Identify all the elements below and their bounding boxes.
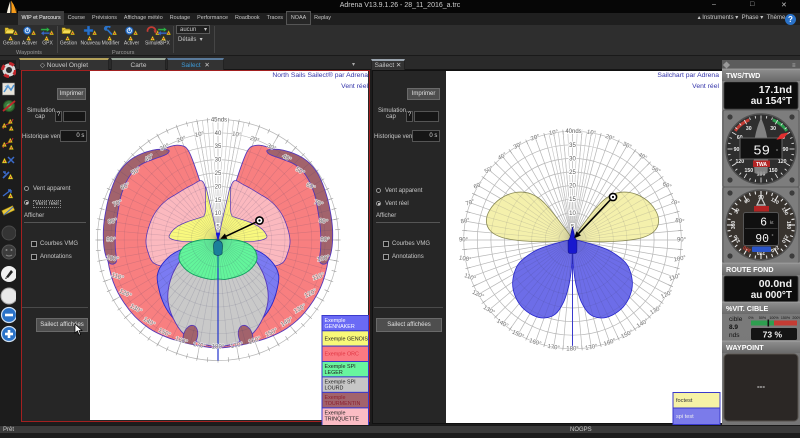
- svg-text:au 154°T: au 154°T: [751, 96, 792, 107]
- svg-text:60°: 60°: [661, 181, 672, 191]
- svg-text:160°: 160°: [603, 338, 617, 348]
- svg-text:59: 59: [753, 144, 770, 160]
- svg-text:30: 30: [746, 126, 752, 132]
- svg-text:150°: 150°: [511, 330, 525, 341]
- svg-text:spi test: spi test: [676, 414, 694, 420]
- svg-text:17.1nd: 17.1nd: [759, 84, 792, 96]
- svg-text:200%: 200%: [792, 316, 800, 320]
- svg-text:%VIT. CIBLE: %VIT. CIBLE: [726, 304, 769, 313]
- svg-text:15: 15: [569, 197, 576, 203]
- svg-text:100%: 100%: [769, 316, 779, 320]
- svg-text:30°: 30°: [621, 141, 632, 151]
- svg-text:180: 180: [785, 221, 791, 230]
- svg-text:WAYPOINT: WAYPOINT: [726, 343, 764, 352]
- svg-text:60°: 60°: [473, 181, 484, 191]
- svg-text:120: 120: [735, 159, 744, 165]
- svg-text:150%: 150%: [781, 316, 791, 320]
- svg-text:TWA: TWA: [756, 162, 767, 168]
- svg-text:6: 6: [760, 217, 767, 230]
- svg-text:90: 90: [734, 147, 740, 153]
- svg-text:Sailchart par Adrena: Sailchart par Adrena: [657, 72, 719, 79]
- svg-text:170°: 170°: [585, 344, 599, 352]
- svg-text:120°: 120°: [660, 289, 674, 300]
- svg-text:30: 30: [569, 156, 576, 162]
- svg-text:150: 150: [744, 168, 753, 174]
- svg-text:70°: 70°: [669, 199, 680, 208]
- svg-text:90°: 90°: [677, 238, 687, 244]
- svg-text:TWS/TWD: TWS/TWD: [726, 71, 760, 80]
- svg-text:180°: 180°: [566, 347, 579, 353]
- svg-text:50°: 50°: [650, 166, 661, 176]
- svg-text:80°: 80°: [460, 218, 471, 226]
- svg-text:≡: ≡: [792, 63, 796, 69]
- svg-text:10°: 10°: [586, 130, 597, 138]
- svg-text:au 000°T: au 000°T: [751, 290, 792, 301]
- svg-text:150: 150: [769, 168, 778, 174]
- svg-text:cible: cible: [729, 316, 743, 323]
- svg-text:30°: 30°: [513, 141, 524, 151]
- svg-text:100°: 100°: [673, 255, 687, 263]
- svg-text:°: °: [772, 234, 774, 240]
- svg-text:00.0nd: 00.0nd: [759, 278, 792, 290]
- svg-text:---: ---: [757, 382, 765, 391]
- svg-text:50%: 50%: [759, 316, 767, 320]
- svg-text:100°: 100°: [458, 255, 472, 263]
- svg-text:10°: 10°: [549, 129, 560, 137]
- svg-text:120: 120: [778, 159, 787, 165]
- svg-text:360: 360: [731, 221, 737, 230]
- svg-text:0%: 0%: [748, 316, 754, 320]
- svg-text:90: 90: [783, 147, 789, 153]
- svg-text:70°: 70°: [465, 199, 476, 208]
- svg-text:140°: 140°: [636, 318, 650, 330]
- svg-text:110°: 110°: [463, 273, 477, 283]
- svg-text:40nds: 40nds: [565, 129, 581, 135]
- svg-text:25: 25: [569, 170, 576, 176]
- svg-text:nds: nds: [729, 332, 740, 339]
- svg-text:110°: 110°: [668, 273, 682, 283]
- svg-text:73 %: 73 %: [763, 330, 783, 340]
- svg-text:30: 30: [770, 126, 776, 132]
- svg-text:80°: 80°: [675, 218, 686, 226]
- svg-text:170°: 170°: [547, 344, 561, 352]
- svg-text:20°: 20°: [604, 134, 615, 143]
- svg-text:160°: 160°: [528, 338, 542, 348]
- svg-text:foctest: foctest: [676, 398, 693, 404]
- svg-text:°: °: [776, 149, 778, 155]
- svg-text:Vent réel: Vent réel: [692, 83, 719, 90]
- svg-text:8.9: 8.9: [729, 324, 738, 331]
- svg-text:90: 90: [755, 233, 769, 246]
- svg-text:90°: 90°: [459, 238, 469, 244]
- svg-text:ROUTE FOND: ROUTE FOND: [726, 265, 774, 274]
- svg-text:140°: 140°: [495, 318, 509, 330]
- svg-text:20: 20: [569, 184, 576, 190]
- svg-text:10: 10: [569, 211, 576, 217]
- svg-text:35: 35: [569, 143, 576, 149]
- svg-text:20°: 20°: [530, 134, 541, 143]
